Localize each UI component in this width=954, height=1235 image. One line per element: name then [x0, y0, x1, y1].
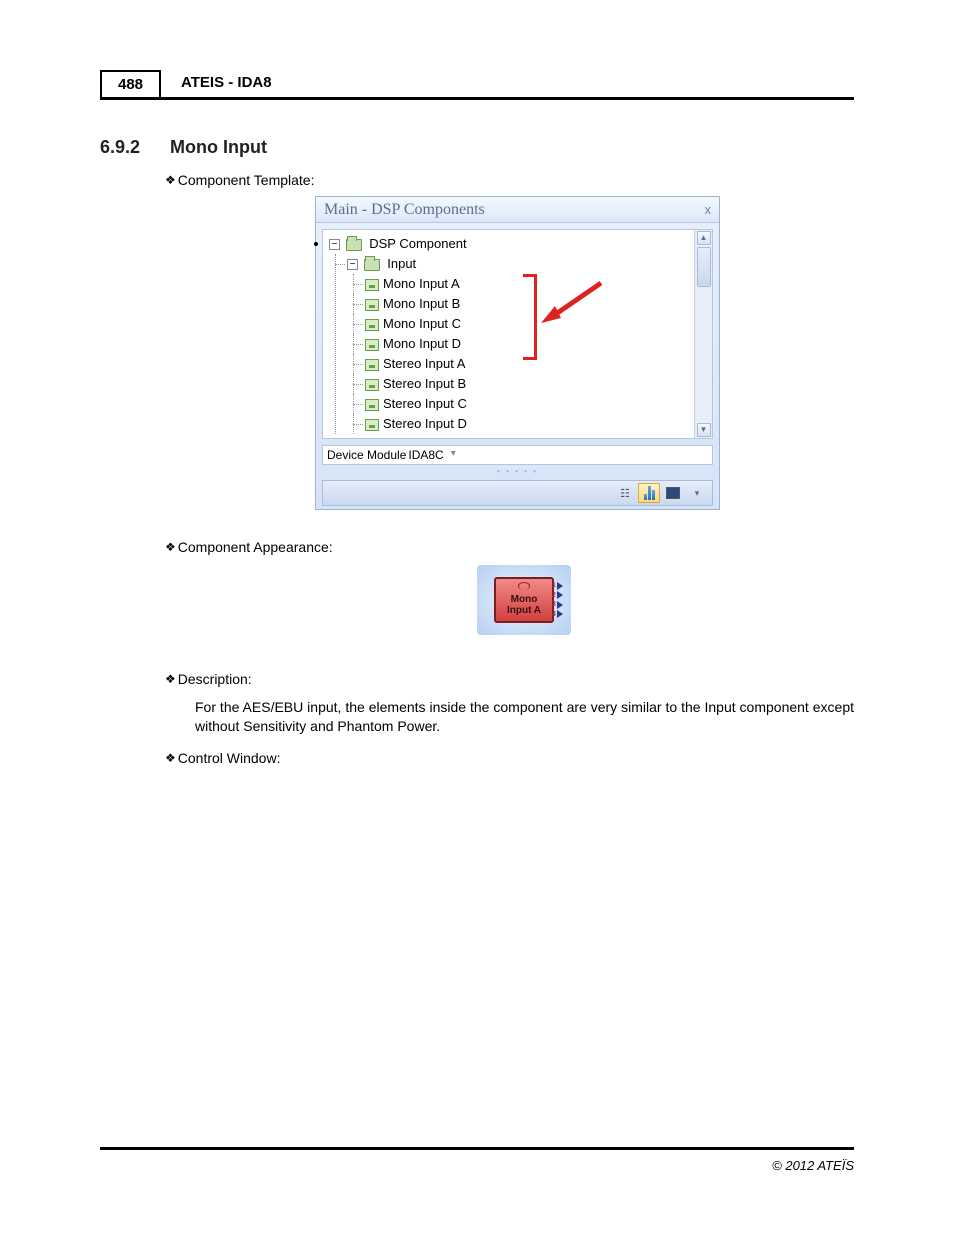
scroll-thumb[interactable] [697, 247, 711, 287]
bullet-control-window-label: Control Window: [178, 750, 281, 766]
tree-leaf[interactable]: Stereo Input C [365, 394, 710, 414]
bullet-template: ❖Component Template: [165, 172, 314, 188]
diamond-icon: ❖ [165, 540, 176, 554]
dsp-components-panel: Main - DSP Components x − DSP Component … [315, 196, 720, 510]
pin-arrow-icon [557, 591, 563, 599]
tree-leaf-label: Stereo Input B [383, 376, 466, 391]
doc-title: ATEIS - IDA8 [161, 70, 854, 100]
pin-label: 4 [552, 611, 556, 618]
bullet-description-label: Description: [178, 671, 252, 687]
expander-icon[interactable]: − [347, 259, 358, 270]
component-appearance-block: Mono Input A 1 2 3 4 [477, 565, 571, 635]
bullet-description: ❖Description: [165, 671, 252, 687]
section-title: Mono Input [170, 137, 267, 157]
expander-icon[interactable]: − [329, 239, 340, 250]
bullet-control-window: ❖Control Window: [165, 750, 280, 766]
tree-leaf-label: Stereo Input A [383, 356, 465, 371]
tree-leaf-label: Mono Input D [383, 336, 461, 351]
bullet-appearance: ❖Component Appearance: [165, 539, 333, 555]
component-line2: Input A [507, 605, 541, 616]
pin[interactable]: 4 [552, 610, 566, 618]
arrow-icon [541, 278, 611, 328]
component-icon [365, 339, 379, 351]
section-heading: 6.9.2 Mono Input [100, 137, 267, 158]
mono-input-component[interactable]: Mono Input A 1 2 3 4 [494, 577, 554, 623]
component-icon [365, 419, 379, 431]
page-header: 488 ATEIS - IDA8 [100, 70, 854, 100]
section-number: 6.9.2 [100, 137, 165, 158]
component-icon [365, 319, 379, 331]
bars-view-icon[interactable] [638, 483, 660, 503]
highlight-bracket [523, 274, 537, 360]
scroll-down-icon[interactable]: ▼ [697, 423, 711, 437]
tree-root-label: DSP Component [369, 236, 466, 251]
scroll-up-icon[interactable]: ▲ [697, 231, 711, 245]
tree-leaf[interactable]: Mono Input D [365, 334, 710, 354]
tree-area: − DSP Component − Input Mono Input A Mon… [322, 229, 713, 439]
component-line1: Mono [511, 594, 538, 605]
bullet-template-label: Component Template: [178, 172, 315, 188]
tree-leaf-label: Mono Input B [383, 296, 460, 311]
tree-root[interactable]: − DSP Component − Input Mono Input A Mon… [329, 234, 710, 434]
panel-titlebar: Main - DSP Components x [316, 197, 719, 223]
tree-leaf-label: Mono Input C [383, 316, 461, 331]
folder-icon [346, 239, 362, 251]
tree-leaf-label: Stereo Input C [383, 396, 467, 411]
tree-leaf[interactable]: Stereo Input B [365, 374, 710, 394]
component-logo-icon [518, 582, 530, 590]
scrollbar[interactable]: ▲ ▼ [694, 230, 712, 438]
copyright: © 2012 ATEÏS [772, 1158, 854, 1173]
pin-arrow-icon [557, 601, 563, 609]
tree-leaf-label: Stereo Input D [383, 416, 467, 431]
tree-leaf[interactable]: Stereo Input D [365, 414, 710, 434]
tree-leaf[interactable]: Mono Input C [365, 314, 710, 334]
component-icon [365, 399, 379, 411]
pin[interactable]: 3 [552, 601, 566, 609]
output-pins: 1 2 3 4 [552, 581, 566, 619]
component-view-icon[interactable] [662, 483, 684, 503]
pin-arrow-icon [557, 610, 563, 618]
component-icon [365, 379, 379, 391]
pin-label: 3 [552, 601, 556, 608]
close-icon[interactable]: x [705, 202, 712, 217]
pin-arrow-icon [557, 582, 563, 590]
pin-label: 2 [552, 592, 556, 599]
tree-branch-label: Input [387, 256, 416, 271]
pin[interactable]: 2 [552, 591, 566, 599]
component-icon [365, 359, 379, 371]
tree-leaf[interactable]: Mono Input B [365, 294, 710, 314]
diamond-icon: ❖ [165, 751, 176, 765]
bullet-appearance-label: Component Appearance: [178, 539, 333, 555]
pin-label: 1 [552, 582, 556, 589]
folder-icon [364, 259, 380, 271]
component-icon [365, 279, 379, 291]
tree-leaf-label: Mono Input A [383, 276, 460, 291]
device-module-select[interactable]: IDA8C [408, 448, 457, 462]
component-icon [365, 299, 379, 311]
tree-leaf[interactable]: Mono Input A [365, 274, 710, 294]
tree-leaf[interactable]: Stereo Input A [365, 354, 710, 374]
dropdown-icon[interactable]: ▾ [686, 483, 708, 503]
component-label: Mono Input A [507, 594, 541, 616]
resize-grip-icon[interactable]: • • • • • [316, 467, 719, 476]
diamond-icon: ❖ [165, 173, 176, 187]
device-module-label: Device Module [327, 448, 406, 462]
panel-footer-toolbar: ☷ ▾ [322, 480, 713, 506]
component-tree[interactable]: − DSP Component − Input Mono Input A Mon… [325, 234, 710, 434]
page-number: 488 [100, 70, 161, 100]
pin[interactable]: 1 [552, 582, 566, 590]
description-body: For the AES/EBU input, the elements insi… [195, 698, 854, 736]
footer-rule [100, 1147, 854, 1150]
panel-title: Main - DSP Components [324, 201, 485, 219]
diamond-icon: ❖ [165, 672, 176, 686]
tree-view-icon[interactable]: ☷ [614, 483, 636, 503]
device-row: Device Module IDA8C [322, 445, 713, 465]
